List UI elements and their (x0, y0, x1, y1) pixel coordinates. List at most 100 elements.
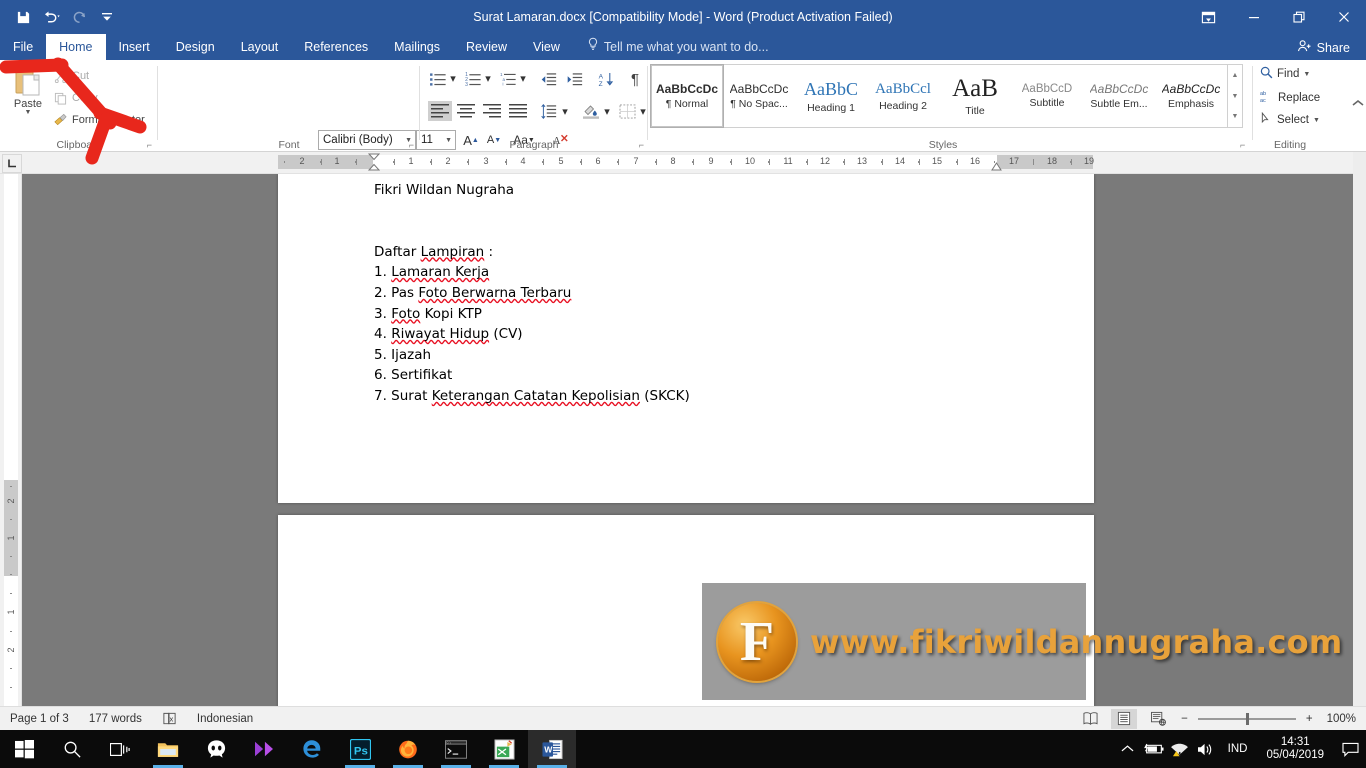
copy-button[interactable]: Copy (52, 90, 98, 106)
taskbar-clock[interactable]: 14:31 05/04/2019 (1256, 736, 1334, 762)
decrease-indent-icon[interactable] (538, 69, 560, 89)
styles-scroll-down-icon[interactable]: ▼ (1228, 86, 1242, 107)
bullets-icon[interactable] (428, 69, 448, 89)
foobar2000-icon[interactable] (192, 730, 240, 768)
undo-icon[interactable] (38, 5, 64, 29)
document-body[interactable]: Fikri Wildan Nugraha Daftar Lampiran : 1… (374, 180, 1024, 407)
find-chevron-down-icon[interactable]: ▼ (1303, 71, 1310, 78)
status-language[interactable]: Indonesian (187, 713, 263, 725)
left-indent-marker[interactable] (367, 153, 381, 173)
styles-dialog-launcher[interactable]: ⌐ (1240, 140, 1245, 150)
document-page-1[interactable]: Fikri Wildan Nugraha Daftar Lampiran : 1… (278, 174, 1094, 503)
styles-scroll-up-icon[interactable]: ▲ (1228, 65, 1242, 86)
file-explorer-icon[interactable] (144, 730, 192, 768)
multilevel-list-icon[interactable]: 1ai (498, 69, 518, 89)
tab-file[interactable]: File (0, 34, 46, 60)
collapse-ribbon-icon[interactable] (1351, 92, 1364, 114)
shading-chevron-down-icon[interactable]: ▾ (602, 103, 612, 119)
microsoft-edge-icon[interactable] (288, 730, 336, 768)
style-item-emphasis[interactable]: AaBbCcDc Emphasis (1155, 65, 1227, 127)
cut-button[interactable]: Cut (52, 68, 89, 84)
select-chevron-down-icon[interactable]: ▼ (1313, 117, 1320, 124)
find-button[interactable]: Find ▼ (1260, 66, 1310, 82)
line-spacing-icon[interactable] (538, 101, 560, 121)
tab-view[interactable]: View (520, 34, 573, 60)
tab-insert[interactable]: Insert (106, 34, 163, 60)
zoom-slider[interactable] (1197, 712, 1296, 725)
tab-references[interactable]: References (291, 34, 381, 60)
battery-charging-icon[interactable] (1141, 730, 1167, 768)
zoom-level-label[interactable]: 100% (1323, 713, 1360, 725)
zoom-in-button[interactable]: + (1304, 713, 1315, 725)
start-button[interactable] (0, 730, 48, 768)
zoom-out-button[interactable]: − (1179, 713, 1190, 725)
align-right-icon[interactable] (480, 101, 504, 121)
increase-indent-icon[interactable] (564, 69, 586, 89)
line-spacing-chevron-down-icon[interactable]: ▾ (560, 103, 570, 119)
tab-stop-selector[interactable] (2, 154, 22, 173)
document-vertical-scrollbar[interactable] (1353, 152, 1366, 706)
numbering-chevron-down-icon[interactable]: ▾ (483, 70, 493, 86)
redo-icon[interactable] (66, 5, 92, 29)
format-painter-button[interactable]: Format Painter (52, 112, 145, 128)
tab-home[interactable]: Home (46, 34, 106, 60)
tab-layout[interactable]: Layout (228, 34, 292, 60)
font-dialog-launcher[interactable]: ⌐ (409, 140, 414, 150)
ribbon-display-options-icon[interactable] (1186, 0, 1231, 34)
bullets-chevron-down-icon[interactable]: ▾ (448, 70, 458, 86)
shading-icon[interactable] (580, 101, 602, 121)
save-icon[interactable] (10, 5, 36, 29)
numbering-icon[interactable]: 123 (463, 69, 483, 89)
media-player-icon[interactable] (240, 730, 288, 768)
restore-icon[interactable] (1276, 0, 1321, 34)
tab-design[interactable]: Design (163, 34, 228, 60)
action-center-icon[interactable] (1334, 730, 1366, 768)
multilevel-chevron-down-icon[interactable]: ▾ (518, 70, 528, 86)
search-icon[interactable] (48, 730, 96, 768)
wifi-warning-icon[interactable] (1167, 730, 1193, 768)
web-layout-icon[interactable] (1145, 709, 1171, 729)
volume-icon[interactable] (1193, 730, 1219, 768)
style-item-no-spacing[interactable]: AaBbCcDc ¶ No Spac... (723, 65, 795, 127)
sort-icon[interactable]: AZ (596, 69, 618, 89)
style-item-subtitle[interactable]: AaBbCcD Subtitle (1011, 65, 1083, 127)
style-item-normal[interactable]: AaBbCcDc ¶ Normal (650, 64, 724, 128)
paragraph-dialog-launcher[interactable]: ⌐ (639, 140, 644, 150)
status-page-number[interactable]: Page 1 of 3 (0, 713, 79, 725)
spelling-and-grammar-check-icon[interactable]: x (152, 711, 187, 726)
style-item-subtle-emphasis[interactable]: AaBbCcDc Subtle Em... (1083, 65, 1155, 127)
photoshop-icon[interactable]: Ps (336, 730, 384, 768)
input-language-indicator[interactable]: IND (1219, 743, 1257, 755)
select-button[interactable]: Select ▼ (1260, 111, 1320, 128)
print-layout-icon[interactable] (1111, 708, 1138, 729)
styles-gallery-scrollbar[interactable]: ▲ ▼ ▼ (1228, 64, 1243, 128)
share-button[interactable]: Share (1289, 37, 1358, 58)
styles-more-icon[interactable]: ▼ (1228, 106, 1242, 127)
borders-icon[interactable] (616, 101, 638, 121)
replace-button[interactable]: ab ac Replace (1260, 89, 1320, 106)
word-icon[interactable]: W (528, 730, 576, 768)
task-view-icon[interactable] (96, 730, 144, 768)
style-item-title[interactable]: AaB Title (939, 65, 1011, 127)
minimize-icon[interactable] (1231, 0, 1276, 34)
read-mode-icon[interactable] (1077, 709, 1103, 729)
zoom-slider-thumb[interactable] (1245, 712, 1249, 725)
paste-chevron-down-icon[interactable]: ▼ (25, 109, 32, 116)
styles-gallery[interactable]: AaBbCcDc ¶ Normal AaBbCcDc ¶ No Spac... … (650, 64, 1228, 128)
clipboard-dialog-launcher[interactable]: ⌐ (147, 140, 152, 150)
close-icon[interactable] (1321, 0, 1366, 34)
justify-icon[interactable] (506, 101, 530, 121)
horizontal-ruler[interactable]: 2 1 1 2 3 4 5 6 7 8 9 10 11 12 13 14 15 … (0, 152, 1366, 174)
align-left-icon[interactable] (428, 101, 452, 121)
show-formatting-marks-icon[interactable]: ¶ (625, 69, 645, 89)
excel-icon[interactable] (480, 730, 528, 768)
status-word-count[interactable]: 177 words (79, 713, 152, 725)
style-item-heading-2[interactable]: AaBbCcl Heading 2 (867, 65, 939, 127)
customize-qat-icon[interactable] (94, 5, 120, 29)
tab-review[interactable]: Review (453, 34, 520, 60)
vertical-ruler[interactable]: 2 1 1 2 (0, 174, 22, 706)
tell-me-box[interactable]: Tell me what you want to do... (573, 34, 769, 60)
command-prompt-icon[interactable]: C:\ (432, 730, 480, 768)
tab-mailings[interactable]: Mailings (381, 34, 453, 60)
align-center-icon[interactable] (454, 101, 478, 121)
